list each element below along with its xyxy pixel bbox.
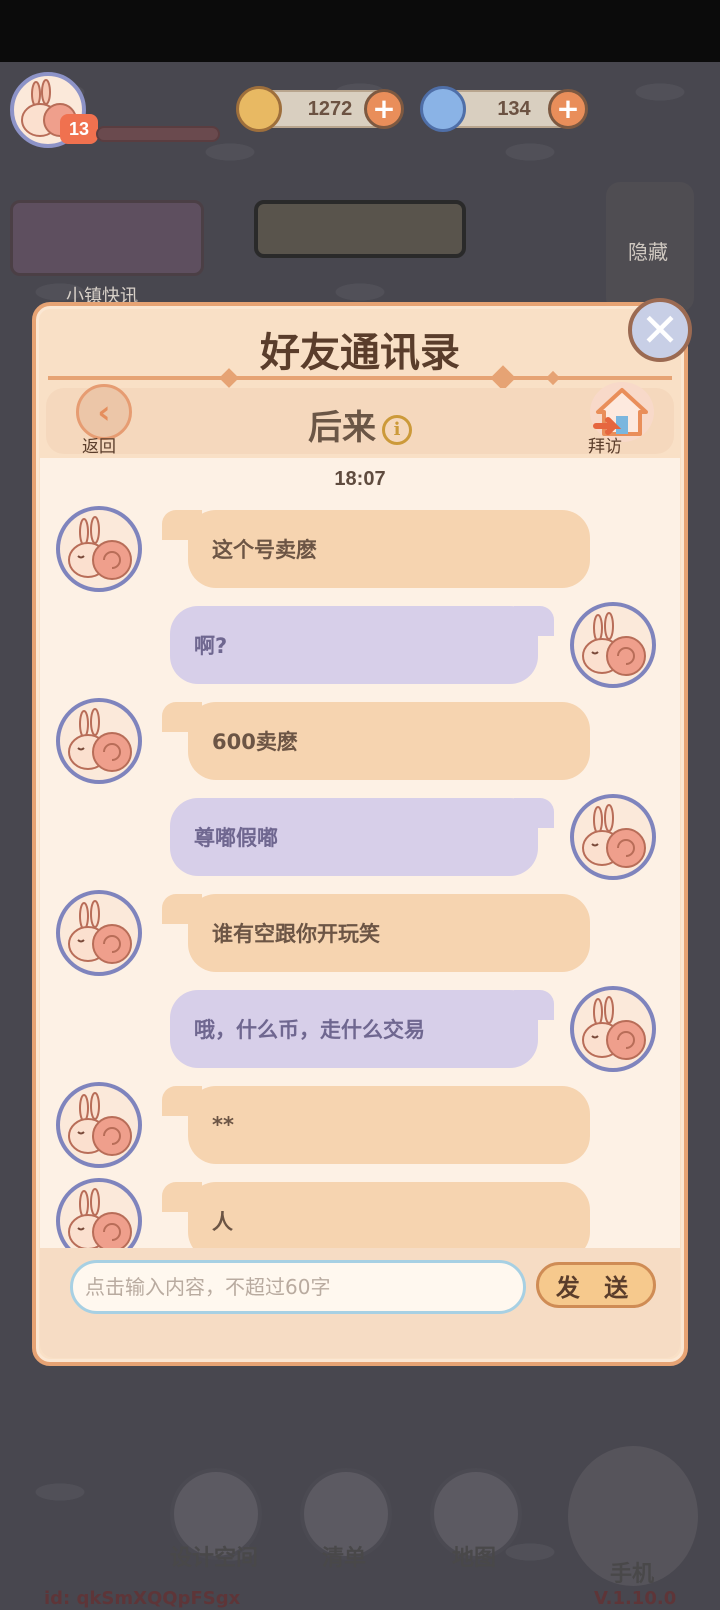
incoming-message: 600卖麽 bbox=[188, 702, 590, 780]
weather-panel bbox=[254, 200, 466, 258]
outgoing-message: 尊嘟假嘟 bbox=[170, 798, 538, 876]
hide-label: 隐藏 bbox=[628, 240, 668, 264]
outgoing-message: 哦，什么币，走什么交易 bbox=[170, 990, 538, 1068]
friend-contacts-dialog: 好友通讯录 后来 i ‹ 返回 拜访 18:07 这个号卖麽啊? 600卖麽尊嘟假嘟… bbox=[32, 302, 688, 1366]
snail-icon bbox=[68, 516, 132, 580]
message-avatar[interactable] bbox=[570, 794, 656, 880]
contact-name-row: 后来 i bbox=[46, 400, 674, 449]
back-label: 返回 bbox=[82, 437, 116, 457]
snail-icon bbox=[68, 1092, 132, 1156]
gems-counter: 134 + bbox=[420, 86, 588, 132]
chat-timestamp: 18:07 bbox=[334, 468, 386, 490]
snail-icon bbox=[68, 1188, 132, 1248]
message-avatar[interactable] bbox=[56, 698, 142, 784]
message-input[interactable] bbox=[70, 1260, 526, 1314]
title-divider bbox=[48, 376, 672, 380]
snail-icon bbox=[68, 900, 132, 964]
info-icon[interactable]: i bbox=[382, 414, 412, 445]
message-avatar[interactable] bbox=[56, 506, 142, 592]
input-bar: 发 送 bbox=[40, 1248, 680, 1358]
close-icon: ✕ bbox=[640, 303, 680, 357]
dialog-title: 好友通讯录 bbox=[260, 330, 460, 376]
visit-label: 拜访 bbox=[588, 437, 622, 457]
message-avatar[interactable] bbox=[570, 986, 656, 1072]
message-avatar[interactable] bbox=[56, 1178, 142, 1248]
player-id: id: qkSmXQQpFSgx bbox=[44, 1588, 241, 1609]
snail-icon bbox=[582, 804, 646, 868]
send-button[interactable]: 发 送 bbox=[536, 1262, 656, 1308]
coin-icon bbox=[236, 86, 282, 132]
gems-value: 134 bbox=[497, 97, 531, 120]
chat-area[interactable]: 18:07 这个号卖麽啊? 600卖麽尊嘟假嘟谁有空跟你开玩笑哦，什么币，走什么交… bbox=[40, 458, 680, 1248]
version-label: V.1.10.0 bbox=[594, 1588, 677, 1609]
map-label: 地图 bbox=[452, 1546, 497, 1571]
message-avatar[interactable] bbox=[56, 1082, 142, 1168]
incoming-message: 人 bbox=[188, 1182, 590, 1248]
news-banner[interactable] bbox=[10, 200, 204, 276]
list-label: 清单 bbox=[322, 1546, 367, 1571]
chevron-left-icon: ‹ bbox=[97, 393, 111, 431]
coins-counter: 1272 + bbox=[236, 86, 404, 132]
contact-name: 后来 bbox=[308, 408, 376, 448]
design-space-label: 设计空间 bbox=[170, 1546, 259, 1571]
message-avatar[interactable] bbox=[570, 602, 656, 688]
snail-icon bbox=[68, 708, 132, 772]
add-coins-button[interactable]: + bbox=[364, 89, 404, 129]
swirl-gem-icon bbox=[420, 86, 466, 132]
snail-icon bbox=[582, 996, 646, 1060]
snail-icon bbox=[582, 612, 646, 676]
status-bar bbox=[0, 0, 720, 62]
xp-bar bbox=[96, 126, 220, 142]
add-gems-button[interactable]: + bbox=[548, 89, 588, 129]
phone-label: 手机 bbox=[610, 1562, 655, 1587]
close-button[interactable]: ✕ bbox=[628, 298, 692, 362]
incoming-message: ** bbox=[188, 1086, 590, 1164]
outgoing-message: 啊? bbox=[170, 606, 538, 684]
incoming-message: 这个号卖麽 bbox=[188, 510, 590, 588]
level-badge: 13 bbox=[60, 114, 98, 144]
contact-header: 后来 i bbox=[46, 388, 674, 454]
message-avatar[interactable] bbox=[56, 890, 142, 976]
incoming-message: 谁有空跟你开玩笑 bbox=[188, 894, 590, 972]
coins-value: 1272 bbox=[307, 97, 353, 120]
